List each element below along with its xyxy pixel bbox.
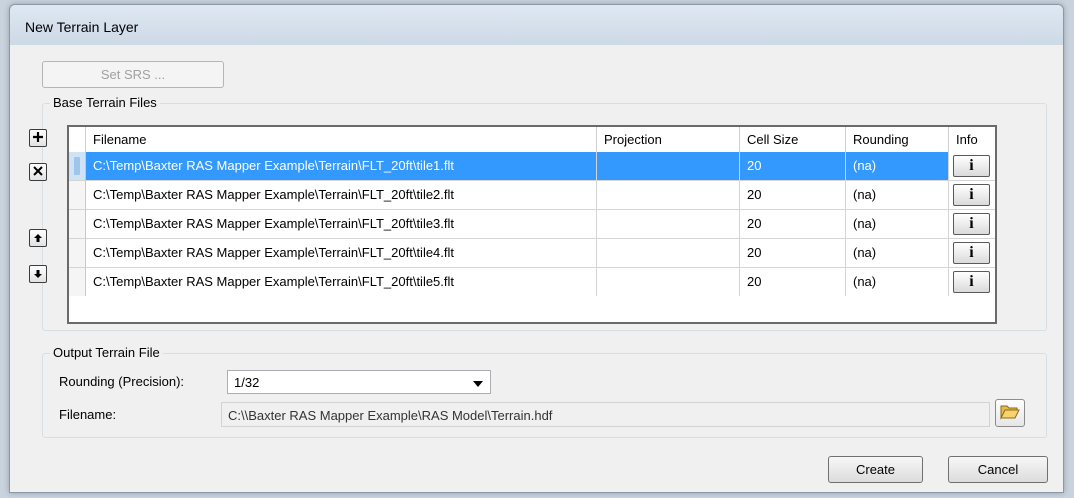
projection-cell[interactable] xyxy=(597,181,740,209)
row-header[interactable] xyxy=(69,181,86,209)
rounding-cell[interactable]: (na) xyxy=(846,239,949,267)
rounding-label: Rounding (Precision): xyxy=(59,374,185,389)
cell-size-cell[interactable]: 20 xyxy=(740,268,846,296)
cancel-button[interactable]: Cancel xyxy=(948,456,1048,483)
table-row[interactable]: C:\Temp\Baxter RAS Mapper Example\Terrai… xyxy=(69,210,995,239)
projection-cell[interactable] xyxy=(597,210,740,238)
filename-label: Filename: xyxy=(59,407,117,422)
projection-cell[interactable] xyxy=(597,239,740,267)
info-cell: i xyxy=(949,210,995,238)
move-down-button[interactable] xyxy=(29,265,47,283)
set-srs-button[interactable]: Set SRS ... xyxy=(42,61,224,88)
add-icon xyxy=(32,131,44,146)
cell-size-cell[interactable]: 20 xyxy=(740,239,846,267)
info-icon: i xyxy=(969,215,974,232)
move-up-icon xyxy=(33,231,43,246)
table-row[interactable]: C:\Temp\Baxter RAS Mapper Example\Terrai… xyxy=(69,268,995,297)
column-header-rounding[interactable]: Rounding xyxy=(846,127,949,152)
info-icon: i xyxy=(969,273,974,290)
table-row[interactable]: C:\Temp\Baxter RAS Mapper Example\Terrai… xyxy=(69,152,995,181)
table-row[interactable]: C:\Temp\Baxter RAS Mapper Example\Terrai… xyxy=(69,181,995,210)
info-icon: i xyxy=(969,186,974,203)
cell-size-cell[interactable]: 20 xyxy=(740,152,846,180)
terrain-files-grid[interactable]: Filename Projection Cell Size Rounding I… xyxy=(67,125,997,324)
output-filename-field[interactable]: C:\\Baxter RAS Mapper Example\RAS Model\… xyxy=(221,402,990,427)
remove-icon xyxy=(32,165,44,180)
rounding-cell[interactable]: (na) xyxy=(846,152,949,180)
info-icon: i xyxy=(969,157,974,174)
chevron-down-icon xyxy=(473,381,483,387)
rounding-cell[interactable]: (na) xyxy=(846,181,949,209)
filename-cell[interactable]: C:\Temp\Baxter RAS Mapper Example\Terrai… xyxy=(86,210,597,238)
projection-cell[interactable] xyxy=(597,268,740,296)
create-button[interactable]: Create xyxy=(828,456,923,483)
output-filename-value: C:\\Baxter RAS Mapper Example\RAS Model\… xyxy=(228,408,553,423)
filename-cell[interactable]: C:\Temp\Baxter RAS Mapper Example\Terrai… xyxy=(86,152,597,180)
table-row[interactable]: C:\Temp\Baxter RAS Mapper Example\Terrai… xyxy=(69,239,995,268)
column-header-info[interactable]: Info xyxy=(949,127,995,152)
info-button[interactable]: i xyxy=(953,184,990,206)
output-terrain-label: Output Terrain File xyxy=(50,345,163,360)
info-cell: i xyxy=(949,181,995,209)
row-header[interactable] xyxy=(69,239,86,267)
folder-open-icon xyxy=(1000,403,1020,423)
filename-cell[interactable]: C:\Temp\Baxter RAS Mapper Example\Terrai… xyxy=(86,239,597,267)
dialog-content: Set SRS ... Base Terrain Files Filename … xyxy=(15,45,1058,487)
row-header[interactable] xyxy=(69,268,86,296)
rounding-cell[interactable]: (na) xyxy=(846,268,949,296)
info-cell: i xyxy=(949,152,995,180)
info-button[interactable]: i xyxy=(953,155,990,177)
info-button[interactable]: i xyxy=(953,271,990,293)
cell-size-cell[interactable]: 20 xyxy=(740,210,846,238)
window-title: New Terrain Layer xyxy=(25,19,139,35)
rounding-value: 1/32 xyxy=(234,375,260,390)
info-button[interactable]: i xyxy=(953,213,990,235)
filename-cell[interactable]: C:\Temp\Baxter RAS Mapper Example\Terrai… xyxy=(86,181,597,209)
rounding-select[interactable]: 1/32 xyxy=(227,370,491,394)
header-corner xyxy=(69,127,86,152)
projection-cell[interactable] xyxy=(597,152,740,180)
remove-file-button[interactable] xyxy=(29,163,47,181)
grid-header: Filename Projection Cell Size Rounding I… xyxy=(69,127,995,153)
column-header-filename[interactable]: Filename xyxy=(86,127,597,152)
column-header-cell-size[interactable]: Cell Size xyxy=(740,127,846,152)
title-bar[interactable]: New Terrain Layer xyxy=(10,5,1063,45)
dialog-window: New Terrain Layer Set SRS ... Base Terra… xyxy=(9,4,1064,493)
move-down-icon xyxy=(33,267,43,282)
row-header[interactable] xyxy=(69,210,86,238)
browse-button[interactable] xyxy=(995,399,1025,427)
base-terrain-label: Base Terrain Files xyxy=(50,95,160,110)
info-cell: i xyxy=(949,239,995,267)
move-up-button[interactable] xyxy=(29,229,47,247)
add-file-button[interactable] xyxy=(29,129,47,147)
cell-size-cell[interactable]: 20 xyxy=(740,181,846,209)
info-cell: i xyxy=(949,268,995,296)
column-header-projection[interactable]: Projection xyxy=(597,127,740,152)
rounding-cell[interactable]: (na) xyxy=(846,210,949,238)
row-header[interactable] xyxy=(69,152,86,180)
filename-cell[interactable]: C:\Temp\Baxter RAS Mapper Example\Terrai… xyxy=(86,268,597,296)
info-icon: i xyxy=(969,244,974,261)
info-button[interactable]: i xyxy=(953,242,990,264)
